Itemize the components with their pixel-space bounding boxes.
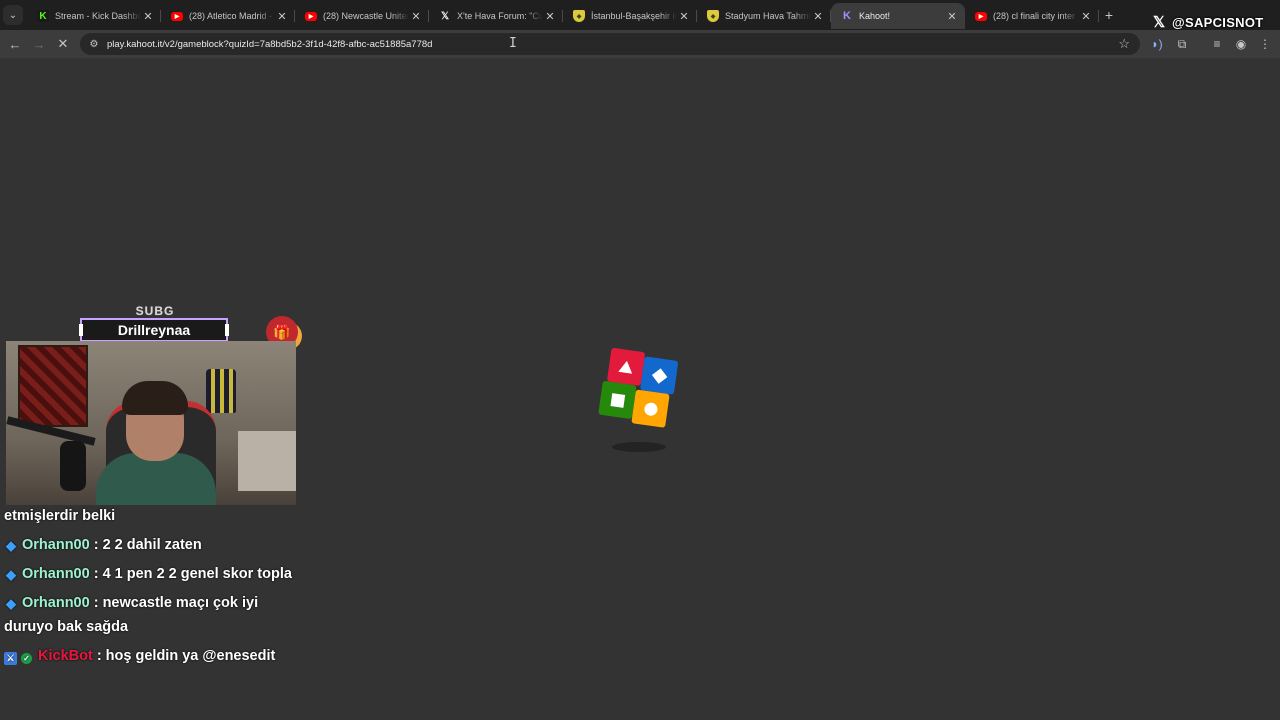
site-info-icon[interactable]: ⚙	[83, 39, 105, 50]
chat-message: ⚔ ✓ KickBot : hoş geldin ya @enesedit	[4, 645, 294, 669]
arrow-left-icon: ←	[8, 36, 22, 52]
close-icon[interactable]: ✕	[811, 10, 825, 23]
tab-x-hava-forum[interactable]: 𝕏 X'te Hava Forum: "Cuma ✕	[429, 3, 563, 29]
forward-button[interactable]: →	[27, 32, 51, 56]
tab-title: (28) Newcastle United (4-	[323, 11, 409, 21]
tab-title: Stream - Kick Dashboard	[55, 11, 141, 21]
chat-username: KickBot	[38, 647, 93, 664]
tab-atletico[interactable]: ▶ (28) Atletico Madrid - Rea ✕	[161, 3, 295, 29]
kahoot-green-tile	[598, 380, 637, 420]
sub-badge: SUBG	[135, 304, 175, 318]
microphone	[60, 441, 86, 491]
cube-badge-icon: ◆	[6, 538, 16, 553]
close-icon[interactable]: ✕	[677, 10, 691, 23]
close-icon: ✕	[57, 36, 69, 51]
chat-message: ◆ Orhann00 : 4 1 pen 2 2 genel skor topla	[4, 563, 294, 587]
chat-username: Orhann00	[22, 566, 90, 582]
tab-cl-final[interactable]: ▶ (28) cl finali city inter - Yo ✕	[965, 3, 1099, 29]
circle-icon	[643, 401, 658, 416]
tab-kick-dashboard[interactable]: K Stream - Kick Dashboard ✕	[27, 3, 161, 29]
menu-kebab-icon[interactable]: ⋮	[1253, 32, 1277, 56]
youtube-icon: ▶	[975, 11, 987, 21]
tab-search-button[interactable]: ⌄	[3, 5, 23, 25]
close-icon[interactable]: ✕	[543, 10, 557, 23]
x-logo-icon: 𝕏	[1152, 14, 1166, 31]
chat-username: Orhann00	[22, 537, 90, 553]
kahoot-logo-tiles	[593, 343, 688, 438]
chat-fragment: etmişlerdir belki	[4, 508, 116, 524]
square-icon	[610, 392, 625, 408]
url-text[interactable]: play.kahoot.it/v2/gameblock?quizId=7a8bd…	[107, 39, 432, 50]
chevron-down-icon: ⌄	[8, 9, 18, 21]
kahoot-icon: K	[843, 10, 851, 22]
chat-username: Orhann00	[22, 595, 90, 611]
cube-badge-icon: ◆	[6, 596, 16, 611]
address-bar[interactable]: ⚙ play.kahoot.it/v2/gameblock?quizId=7a8…	[80, 33, 1140, 55]
tab-kahoot[interactable]: K Kahoot! ✕	[831, 3, 965, 29]
chat-overlay: etmişlerdir belki ◆ Orhann00 : 2 2 dahil …	[4, 505, 294, 668]
media-cast-icon[interactable]: ◗)	[1145, 32, 1169, 56]
sub-name-box: Drillreynaa	[79, 318, 229, 342]
kick-logo-icon: K	[37, 10, 49, 22]
tab-title: Stadyum Hava Tahmini - I	[725, 11, 811, 21]
weather-shield-icon: ◆	[707, 10, 719, 22]
chat-text: : 2 2 dahil zaten	[93, 537, 202, 553]
subscriber-name: Drillreynaa	[117, 322, 191, 338]
kahoot-yellow-tile	[631, 389, 670, 428]
moderator-badge-icon: ⚔	[4, 651, 17, 665]
reading-list-icon[interactable]: ≡	[1205, 32, 1229, 56]
bookmark-star-icon[interactable]: ☆	[1118, 36, 1130, 52]
extensions-icon[interactable]: ⧉	[1170, 32, 1194, 56]
tab-title: (28) Atletico Madrid - Rea	[189, 11, 275, 21]
chat-message: ◆ Orhann00 : 2 2 dahil zaten	[4, 534, 294, 558]
webcam-feed	[6, 341, 296, 505]
profile-icon[interactable]: ◉	[1229, 32, 1253, 56]
close-icon[interactable]: ✕	[275, 10, 289, 23]
tab-title: Kahoot!	[859, 11, 891, 21]
arrow-right-icon: →	[32, 36, 46, 52]
tab-stadium-weather[interactable]: ◆ Stadyum Hava Tahmini - I ✕	[697, 3, 831, 29]
back-button[interactable]: ←	[3, 32, 27, 56]
new-tab-button[interactable]: +	[1101, 7, 1117, 23]
close-icon[interactable]: ✕	[409, 10, 423, 23]
stream-handle: @SAPCISNOT	[1172, 14, 1264, 30]
weather-shield-icon: ◆	[573, 10, 585, 22]
tab-strip: ⌄ K Stream - Kick Dashboard ✕ ▶ (28) Atl…	[0, 0, 1280, 30]
chat-text: : 4 1 pen 2 2 genel skor topla	[93, 566, 292, 582]
text-cursor-icon: I	[509, 36, 517, 51]
tab-title: İstanbul-Başakşehir için a	[591, 11, 677, 21]
wall-rug	[18, 345, 88, 427]
tab-istanbul-weather[interactable]: ◆ İstanbul-Başakşehir için a ✕	[563, 3, 697, 29]
close-icon[interactable]: ✕	[1079, 10, 1093, 23]
kahoot-loading-spinner	[598, 347, 682, 458]
diamond-icon	[651, 367, 667, 384]
wall-jersey	[206, 369, 236, 413]
tab-title: X'te Hava Forum: "Cuma	[457, 11, 543, 21]
chat-text: : hoş geldin ya @enesedit	[96, 647, 276, 664]
browser-toolbar: ← → ✕ ⚙ play.kahoot.it/v2/gameblock?quiz…	[0, 30, 1280, 58]
x-logo-icon: 𝕏	[440, 10, 450, 22]
streamer-hair	[122, 381, 188, 415]
close-icon[interactable]: ✕	[945, 10, 959, 23]
loader-shadow	[612, 442, 666, 452]
kahoot-blue-tile	[640, 356, 679, 395]
stop-loading-button[interactable]: ✕	[51, 32, 75, 56]
youtube-icon: ▶	[171, 11, 183, 21]
verified-badge-icon: ✓	[21, 652, 32, 664]
chat-message: ◆ Orhann00 : newcastle maçı çok iyi duruy…	[4, 592, 294, 639]
close-icon[interactable]: ✕	[141, 10, 155, 23]
tab-title: (28) cl finali city inter - Yo	[993, 11, 1079, 21]
tab-newcastle[interactable]: ▶ (28) Newcastle United (4- ✕	[295, 3, 429, 29]
kahoot-red-tile	[606, 347, 646, 387]
triangle-icon	[618, 359, 634, 374]
shelf	[238, 431, 296, 491]
cube-badge-icon: ◆	[6, 567, 16, 582]
youtube-icon: ▶	[305, 11, 317, 21]
